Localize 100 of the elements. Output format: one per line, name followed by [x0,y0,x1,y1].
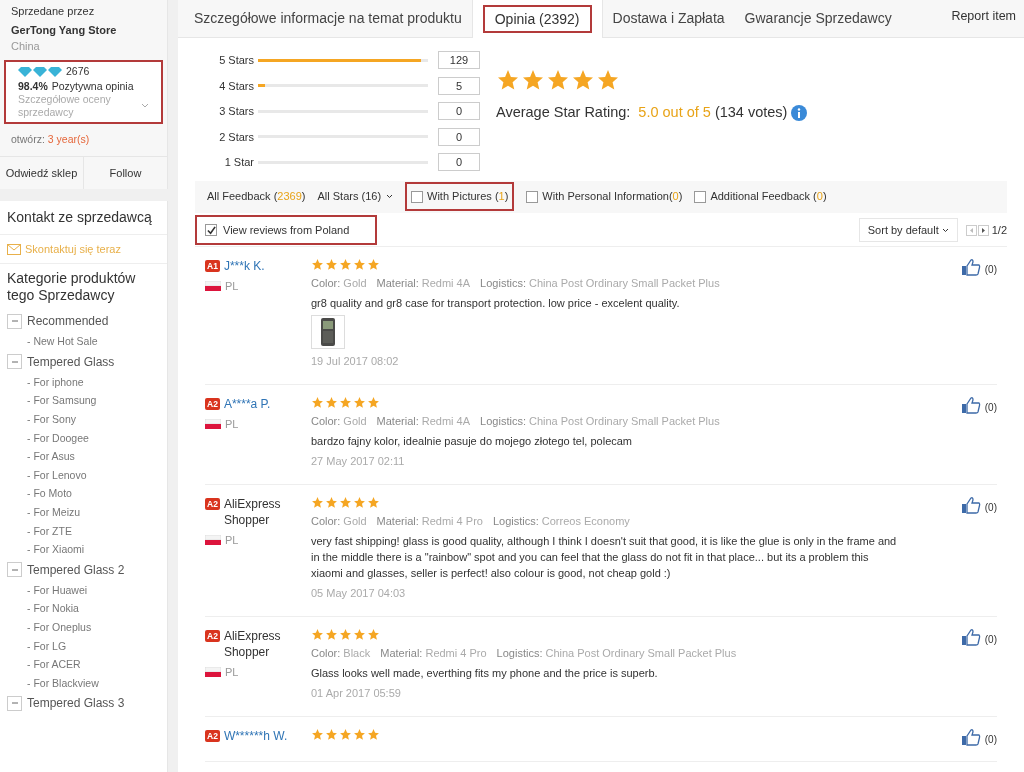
category-link[interactable]: - For Xiaomi [7,540,160,559]
star-icon [339,395,352,409]
attribute-label: Color: [311,645,341,661]
tab[interactable]: Gwarancje Sprzedawcy [734,0,902,37]
filter-option[interactable]: View reviews from Poland [223,221,350,239]
rating-count: 129 [438,51,480,70]
filter-option[interactable]: Additional Feedback (0) [710,188,827,205]
reviewer-country: PL [225,532,239,548]
checkbox[interactable] [694,190,707,203]
star-icon [325,257,338,271]
collapse-toggle[interactable] [7,354,22,370]
tab[interactable]: Opinia (2392) [471,0,603,38]
highlight-frame: Dostawa i Zapłata [612,9,725,26]
star-icon [311,395,324,409]
thumbs-up-icon[interactable] [960,395,981,414]
category-link[interactable]: - For iphone [7,372,160,392]
filter-dropdown[interactable]: All Stars (16) [317,188,382,205]
attribute-label: Material: [380,645,423,661]
positive-label: Pozytywna opinia [51,80,134,93]
tab[interactable]: Szczegółowe informacje na temat produktu [184,0,472,37]
thumbs-up-icon[interactable] [960,257,981,276]
star-icon [596,68,620,92]
star-icon [311,627,324,641]
star-icon [325,495,338,509]
review-date: 27 May 2017 02:11 [311,454,406,469]
category-link[interactable]: - For Oneplus [7,617,160,637]
sort-dropdown[interactable]: Sort by default [858,218,958,242]
review-text: bardzo fajny kolor, idealnie pasuje do mojego złotego tel, polecam [311,434,634,449]
highlight-frame: Opinia (2392) [482,4,592,33]
star-level-label: 5 Stars [218,53,255,68]
category-link[interactable]: - For Sony [7,410,160,429]
attribute-value: Redmi 4A [421,413,471,429]
category-group[interactable]: Tempered Glass 2 [27,560,125,579]
diamond-icon [18,65,62,78]
category-link[interactable]: - For Asus [7,447,160,466]
checkbox[interactable] [411,190,424,203]
attribute-label: Color: [311,275,341,291]
filter-option[interactable]: With Personal Information(0) [542,188,683,205]
average-rating-value: 5.0 out of 5 [638,103,711,122]
attribute-value: China Post Ordinary Small Packet Plus [545,645,737,661]
store-name[interactable]: GerTong Yang Store [11,22,156,38]
category-group[interactable]: Tempered Glass [27,352,115,371]
category-link[interactable]: - New Hot Sale [7,332,160,351]
star-icon [311,495,324,509]
category-group[interactable]: Tempered Glass 3 [27,694,125,713]
category-link[interactable]: - For LG [7,636,160,656]
attribute-label: Color: [311,413,341,429]
star-level-label: 1 Star [223,155,255,170]
star-icon [353,395,366,409]
category-link[interactable]: - For Nokia [7,599,160,618]
checkbox[interactable] [205,224,217,236]
buyer-level-badge: A2 [205,629,220,642]
star-icon [339,727,352,741]
category-link[interactable]: - For ZTE [7,521,160,541]
category-link[interactable]: - For ACER [7,655,160,674]
checkbox[interactable] [526,190,539,203]
flag-icon [205,280,221,291]
filter-link[interactable]: All Feedback (2369) [207,188,306,205]
category-link[interactable]: - For Meizu [7,503,160,522]
category-link[interactable]: - For Doogee [7,428,160,448]
info-icon[interactable] [791,104,808,121]
report-link[interactable]: Report item [951,7,1016,26]
star-icon [339,495,352,509]
open-duration: 3 year(s) [47,132,90,147]
star-icon [325,627,338,641]
category-link[interactable]: - Fo Moto [7,484,160,503]
review-date: 19 Jul 2017 08:02 [311,354,400,369]
filter-option[interactable]: With Pictures (1) [427,188,509,205]
next-page-icon[interactable] [977,224,989,236]
category-link[interactable]: - For Huawei [7,580,160,600]
seller-country: China [11,39,41,54]
thumbs-up-icon[interactable] [960,627,981,646]
reviewer-name: J***k K. [223,257,265,274]
attribute-label: Logistics: [496,645,543,661]
star-icon [353,495,366,509]
seller-action-button[interactable]: Follow [84,156,167,189]
buyer-level-badge: A1 [205,259,220,272]
category-link[interactable]: - For Lenovo [7,465,160,485]
thumbs-up-icon[interactable] [960,495,981,514]
collapse-toggle[interactable] [7,313,22,329]
collapse-toggle[interactable] [7,695,22,711]
star-icon [367,495,380,509]
star-icon [367,395,380,409]
star-icon [353,257,366,271]
category-group[interactable]: Recommended [27,312,109,331]
seller-action-button[interactable]: Odwiedź sklep [0,156,84,189]
flag-icon [205,534,221,545]
rating-count: 0 [438,127,480,146]
chevron-down-icon[interactable] [386,194,394,199]
star-icon [339,257,352,271]
tab[interactable]: Dostawa i Zapłata [602,0,735,37]
collapse-toggle[interactable] [7,562,22,578]
thumbs-up-icon[interactable] [960,727,981,746]
category-link[interactable]: - For Samsung [7,391,160,411]
star-icon [521,68,545,92]
category-link[interactable]: - For Blackview [7,673,160,693]
flag-icon [205,666,221,677]
star-icon [339,627,352,641]
review-text: very fast shipping! glass is good quality, although I think I doesn't suit that good, it is like the glue is only in the frame and in the middle there is a "rainbow" spot and you can feel that the glass do not fit in that place... but its a problem this xiaomi and glasses, seller is perfect! also colour is good, not cheap gold :) [311,534,898,581]
review-date: 01 Apr 2017 05:59 [311,686,402,701]
